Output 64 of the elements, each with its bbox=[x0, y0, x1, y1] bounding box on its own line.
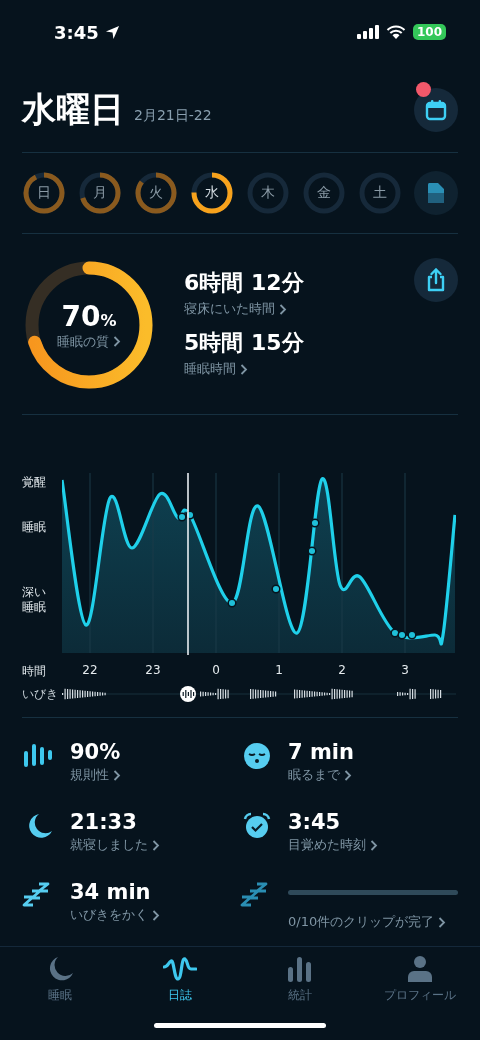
document-icon bbox=[427, 182, 445, 204]
tab-item[interactable]: プロフィール bbox=[360, 955, 480, 1004]
chevron-icon bbox=[279, 303, 287, 315]
status-time: 3:45 bbox=[54, 21, 99, 43]
stage-label: 覚醒 bbox=[22, 475, 47, 490]
day-ring[interactable]: 火 bbox=[134, 171, 178, 215]
stat-value: 90% bbox=[70, 740, 122, 764]
day-ring[interactable]: 月 bbox=[78, 171, 122, 215]
stat-value: 21:33 bbox=[70, 810, 138, 834]
hour-label: 23 bbox=[145, 663, 161, 677]
day-ring[interactable]: 水 bbox=[190, 171, 234, 215]
day-title: 水曜日 bbox=[22, 88, 124, 131]
duration-link[interactable]: 寝床にいた時間 bbox=[184, 300, 304, 318]
stat-value: 7 min bbox=[288, 740, 355, 764]
tab-item[interactable]: 睡眠 bbox=[0, 955, 120, 1004]
calendar-button[interactable] bbox=[414, 88, 458, 132]
share-icon bbox=[425, 268, 447, 292]
hour-label: 1 bbox=[275, 663, 283, 677]
stat-link[interactable]: いびきをかく bbox=[70, 906, 240, 924]
chevron-icon bbox=[152, 839, 160, 851]
tab-item[interactable]: 日誌 bbox=[120, 955, 240, 1004]
stage-label: 深い睡眠 bbox=[22, 585, 47, 615]
stat-link[interactable]: 就寝しました bbox=[70, 836, 240, 854]
chevron-icon bbox=[370, 839, 378, 851]
stat-link[interactable]: 規則性 bbox=[70, 766, 240, 784]
date-range: 2月21日-22 bbox=[134, 107, 212, 125]
chevron-icon bbox=[113, 769, 121, 781]
chevron-icon bbox=[438, 916, 447, 928]
hour-label: 0 bbox=[212, 663, 220, 677]
bar-chart-icon bbox=[287, 955, 313, 983]
share-button[interactable] bbox=[414, 258, 458, 302]
stat-link[interactable]: 0/10件のクリップが完了 bbox=[288, 913, 458, 931]
signal-icon bbox=[356, 25, 379, 39]
chevron-icon bbox=[152, 909, 160, 921]
day-ring[interactable]: 木 bbox=[246, 171, 290, 215]
calendar-icon bbox=[425, 99, 447, 121]
wave-icon bbox=[163, 955, 197, 983]
tab-item[interactable]: 統計 bbox=[240, 955, 360, 1004]
stage-label: 睡眠 bbox=[22, 520, 47, 535]
quality-link[interactable]: 睡眠の質 bbox=[57, 332, 121, 351]
stat-value: 34 min bbox=[70, 880, 152, 904]
chevron-icon bbox=[240, 363, 248, 375]
chevron-icon bbox=[113, 336, 121, 347]
snore-label: いびき bbox=[22, 685, 59, 703]
stat-link[interactable]: 目覚めた時刻 bbox=[288, 836, 458, 854]
stat-value: 3:45 bbox=[288, 810, 342, 834]
day-ring[interactable]: 日 bbox=[22, 171, 66, 215]
time-axis-label: 時間 bbox=[22, 662, 47, 680]
duration-link[interactable]: 睡眠時間 bbox=[184, 360, 304, 378]
quality-score: 70% bbox=[61, 299, 117, 333]
day-ring[interactable]: 金 bbox=[302, 171, 346, 215]
duration-value: 6時間 12分 bbox=[184, 269, 304, 297]
wifi-icon bbox=[385, 25, 406, 39]
person-icon bbox=[407, 955, 433, 983]
day-ring[interactable]: 土 bbox=[358, 171, 402, 215]
location-arrow-icon bbox=[104, 24, 120, 40]
report-button[interactable] bbox=[414, 171, 458, 215]
hour-label: 22 bbox=[82, 663, 98, 677]
duration-value: 5時間 15分 bbox=[184, 329, 304, 357]
chevron-icon bbox=[344, 769, 352, 781]
hour-label: 3 bbox=[401, 663, 409, 677]
battery-indicator: 100 bbox=[412, 24, 446, 40]
stat-link[interactable]: 眠るまで bbox=[288, 766, 458, 784]
hour-label: 2 bbox=[338, 663, 346, 677]
